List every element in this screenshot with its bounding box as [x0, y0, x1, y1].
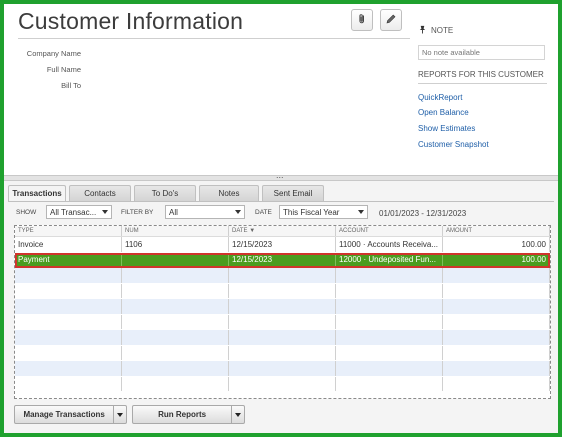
- empty-row: [15, 345, 550, 361]
- run-reports-dropdown[interactable]: [232, 406, 244, 423]
- show-dropdown[interactable]: All Transac...: [46, 205, 112, 219]
- show-label: SHOW: [16, 209, 37, 216]
- cell-account: 12000 · Undeposited Fun...: [336, 252, 443, 267]
- tab-notes[interactable]: Notes: [199, 185, 259, 201]
- tab-divider: [8, 201, 554, 202]
- customer-snapshot-link[interactable]: Customer Snapshot: [418, 140, 489, 149]
- cell-num: 1106: [122, 237, 229, 252]
- column-header-date[interactable]: DATE ▼: [229, 226, 336, 236]
- cell-type: Invoice: [15, 237, 122, 252]
- splitter-grip: ...: [276, 170, 284, 180]
- title-divider: [18, 38, 410, 39]
- empty-row: [15, 314, 550, 330]
- date-dropdown[interactable]: This Fiscal Year: [279, 205, 368, 219]
- full-name-label: Full Name: [46, 65, 81, 74]
- pin-icon: [418, 25, 427, 36]
- tab-bar: Transactions Contacts To Do's Notes Sent…: [8, 185, 327, 201]
- quickreport-link[interactable]: QuickReport: [418, 93, 462, 102]
- column-header-num[interactable]: NUM: [122, 226, 229, 236]
- cell-date: 12/15/2023: [229, 237, 336, 252]
- attach-button[interactable]: [351, 9, 373, 31]
- manage-transactions-button[interactable]: Manage Transactions: [14, 405, 127, 424]
- reports-heading: REPORTS FOR THIS CUSTOMER: [418, 70, 544, 79]
- table-row-selected[interactable]: Payment 12/15/2023 12000 · Undeposited F…: [15, 252, 550, 268]
- table-header: TYPE NUM DATE ▼ ACCOUNT AMOUNT: [15, 226, 550, 237]
- empty-row: [15, 283, 550, 299]
- cell-date: 12/15/2023: [229, 252, 336, 267]
- edit-button[interactable]: [380, 9, 402, 31]
- empty-row: [15, 268, 550, 284]
- cell-account: 11000 · Accounts Receiva...: [336, 237, 443, 252]
- date-range-text: 01/01/2023 - 12/31/2023: [379, 209, 467, 218]
- chevron-down-icon: [235, 412, 242, 417]
- tab-transactions[interactable]: Transactions: [8, 185, 66, 201]
- chevron-down-icon: [235, 210, 241, 214]
- cell-type: Payment: [15, 252, 122, 267]
- cell-amount: 100.00: [443, 252, 550, 267]
- tab-contacts[interactable]: Contacts: [69, 185, 131, 201]
- transactions-panel: Transactions Contacts To Do's Notes Sent…: [4, 181, 558, 433]
- pencil-icon: [385, 13, 397, 27]
- manage-transactions-dropdown[interactable]: [114, 406, 126, 423]
- table-row[interactable]: Invoice 1106 12/15/2023 11000 · Accounts…: [15, 237, 550, 253]
- tab-sent-email[interactable]: Sent Email: [262, 185, 324, 201]
- filter-by-label: FILTER BY: [121, 209, 154, 216]
- open-balance-link[interactable]: Open Balance: [418, 108, 469, 117]
- chevron-down-icon: [102, 210, 108, 214]
- customer-info-panel: Customer Information Company Name Full N…: [4, 4, 558, 175]
- tab-to-dos[interactable]: To Do's: [134, 185, 196, 201]
- cell-num: [122, 252, 229, 267]
- reports-divider: [418, 83, 547, 84]
- bill-to-label: Bill To: [61, 81, 81, 90]
- chevron-down-icon: [358, 210, 364, 214]
- empty-row: [15, 361, 550, 377]
- page-title: Customer Information: [18, 8, 244, 34]
- note-heading: NOTE: [418, 25, 453, 36]
- note-field[interactable]: No note available: [418, 45, 545, 60]
- column-header-account[interactable]: ACCOUNT: [336, 226, 443, 236]
- empty-row: [15, 299, 550, 315]
- chevron-down-icon: [117, 412, 124, 417]
- empty-row: [15, 376, 550, 392]
- column-header-amount[interactable]: AMOUNT: [443, 226, 550, 236]
- date-label: DATE: [255, 209, 272, 216]
- filter-by-dropdown[interactable]: All: [165, 205, 245, 219]
- paperclip-icon: [356, 13, 368, 27]
- empty-row: [15, 330, 550, 346]
- run-reports-button[interactable]: Run Reports: [132, 405, 245, 424]
- show-estimates-link[interactable]: Show Estimates: [418, 124, 475, 133]
- transactions-table: TYPE NUM DATE ▼ ACCOUNT AMOUNT Invoice 1…: [14, 225, 551, 399]
- cell-amount: 100.00: [443, 237, 550, 252]
- column-header-type[interactable]: TYPE: [15, 226, 122, 236]
- company-name-label: Company Name: [26, 49, 81, 58]
